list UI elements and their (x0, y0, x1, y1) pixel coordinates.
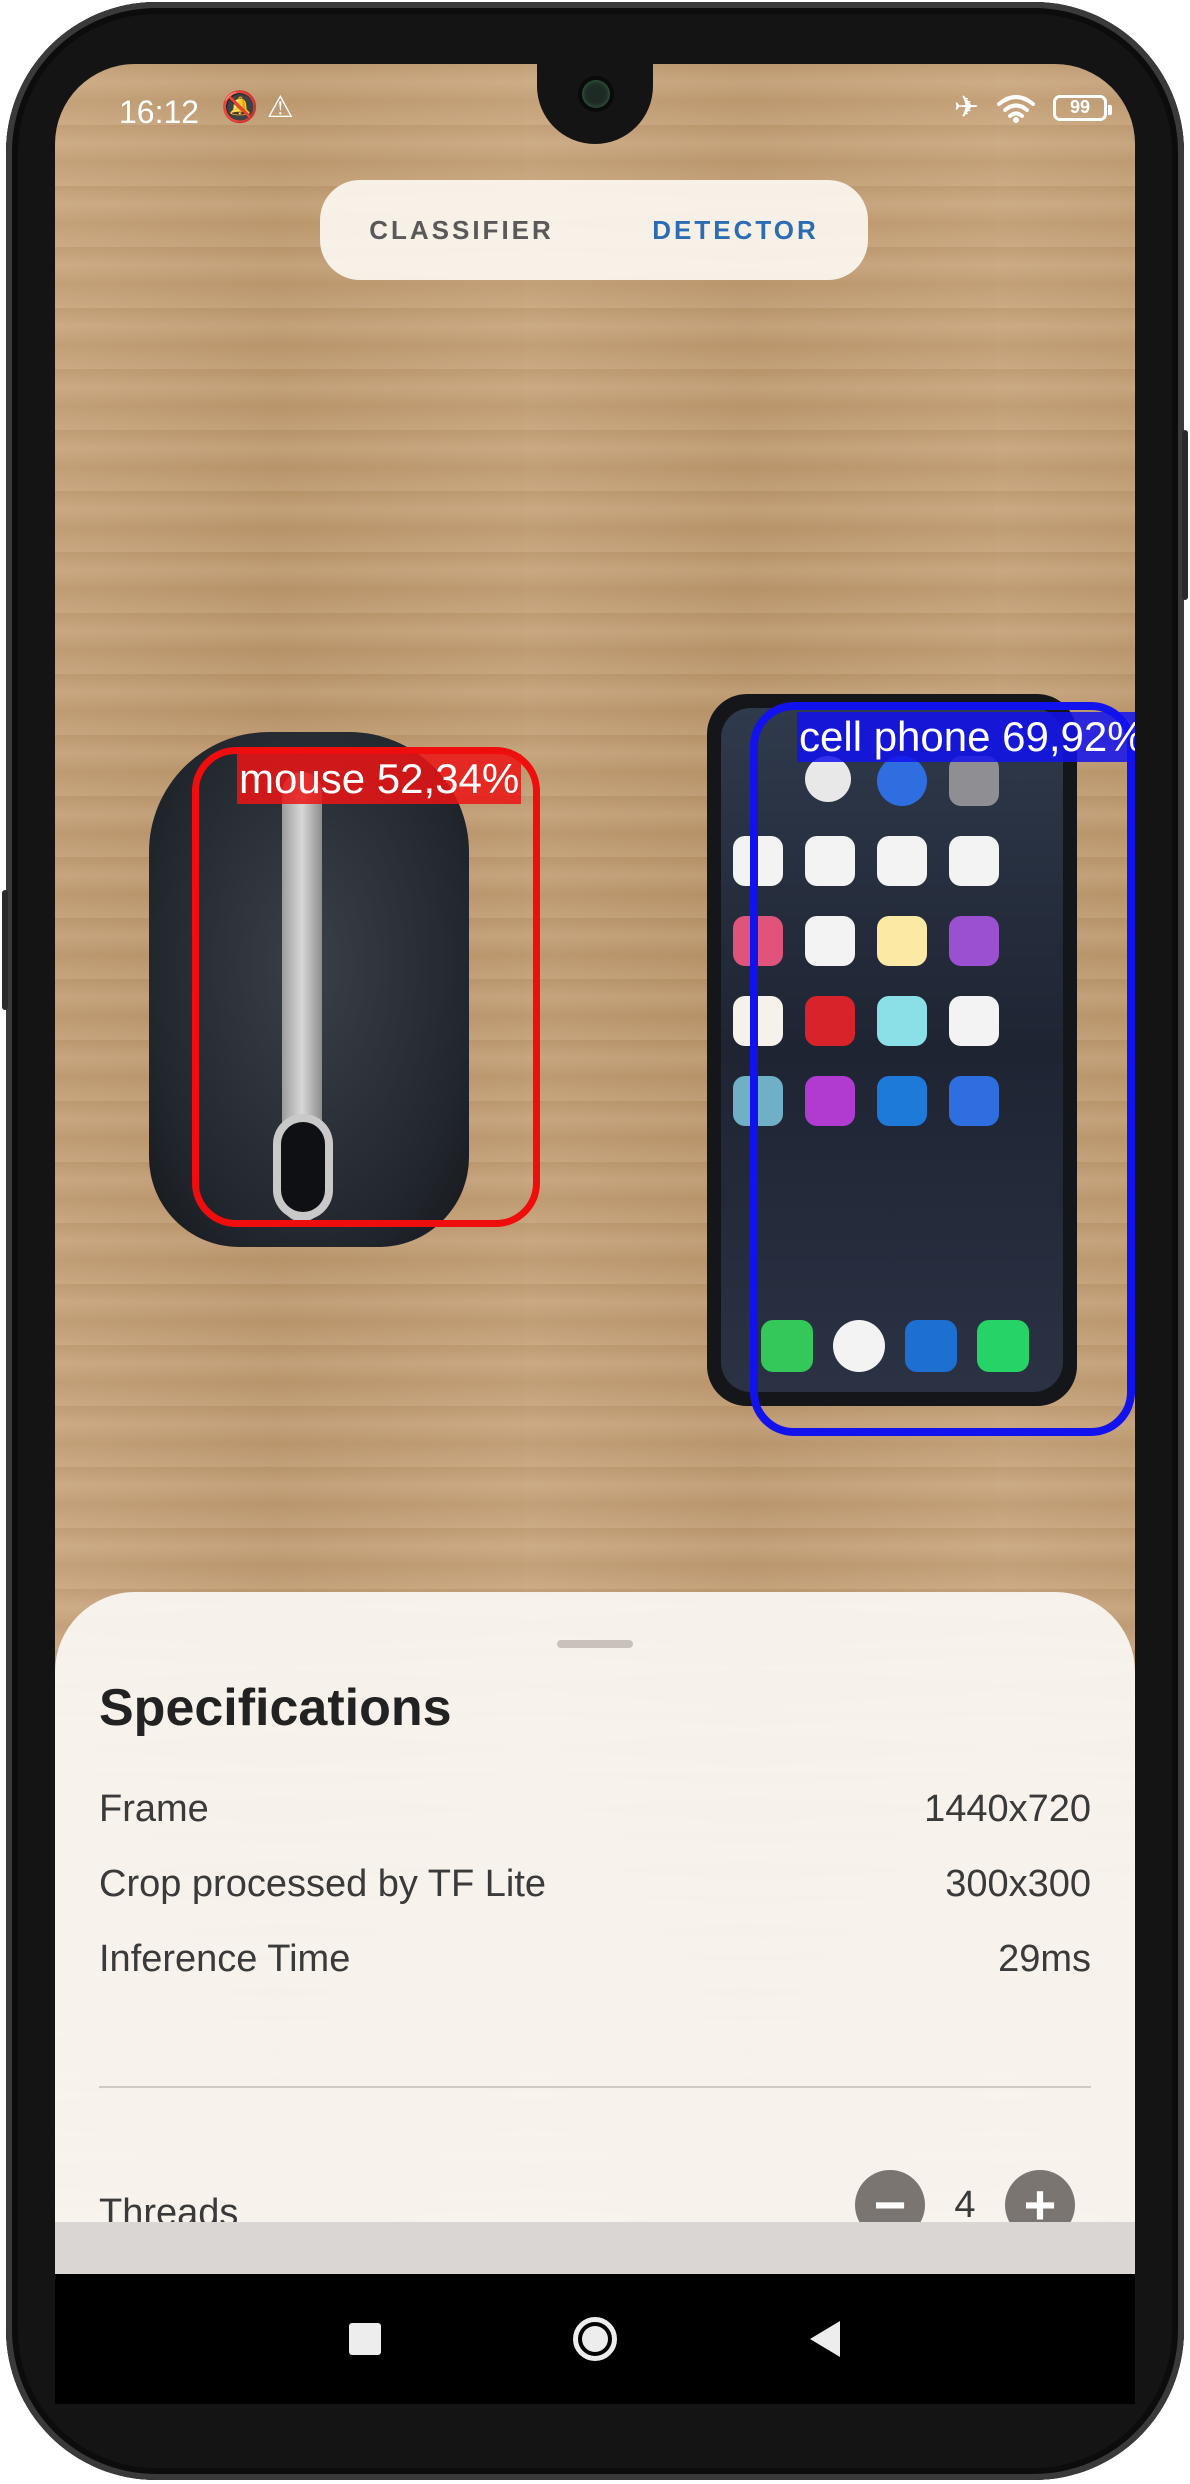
status-time: 16:12 (119, 94, 200, 130)
spec-row-crop: Crop processed by TF Lite 300x300 (99, 1863, 1091, 1906)
battery-level: 99 (1069, 97, 1091, 117)
tab-classifier[interactable]: CLASSIFIER (353, 205, 570, 256)
spec-label: Crop processed by TF Lite (99, 1863, 547, 1905)
cell-phone-bounding-box (750, 702, 1135, 1436)
spec-row-inference-time: Inference Time 29ms (99, 1938, 1091, 1981)
mute-icon: 🔕 (221, 91, 259, 124)
recents-icon (349, 2323, 381, 2355)
system-navigation-bar (55, 2274, 1135, 2404)
spec-label: Inference Time (99, 1938, 351, 1980)
app-screen: 16:12 🔕 ⚠ ✈ 99 CLASSIFIER DETECTOR mouse… (55, 64, 1135, 2274)
warning-icon: ⚠ (266, 91, 294, 124)
power-button (2, 890, 8, 1010)
status-left-icons: 🔕 ⚠ (221, 90, 294, 125)
spec-value: 300x300 (945, 1863, 1091, 1905)
threads-value: 4 (954, 2183, 976, 2226)
cell-phone-detection-label: cell phone 69,92% (797, 712, 1135, 762)
wifi-icon (997, 94, 1035, 123)
sheet-drag-handle[interactable] (557, 1640, 633, 1648)
spec-value: 29ms (998, 1938, 1091, 1980)
airplane-icon: ✈ (953, 91, 979, 124)
section-divider (99, 2086, 1091, 2088)
back-button[interactable] (790, 2304, 860, 2374)
back-icon (810, 2321, 840, 2357)
status-right-icons: ✈ 99 (953, 90, 1112, 125)
mode-tabs: CLASSIFIER DETECTOR (320, 180, 868, 280)
spec-value: 1440x720 (924, 1788, 1091, 1830)
tab-detector[interactable]: DETECTOR (636, 205, 835, 256)
mouse-bounding-box (192, 747, 540, 1227)
sheet-next-section (55, 2222, 1135, 2274)
specifications-sheet: Specifications Frame 1440x720 Crop proce… (55, 1592, 1135, 2240)
spec-label: Frame (99, 1788, 209, 1830)
spec-row-frame: Frame 1440x720 (99, 1788, 1091, 1831)
battery-icon: 99 (1053, 94, 1112, 121)
front-camera (582, 80, 610, 108)
volume-button (1182, 430, 1188, 600)
recents-button[interactable] (330, 2304, 400, 2374)
home-button[interactable] (560, 2304, 630, 2374)
home-icon (573, 2317, 617, 2361)
sheet-title: Specifications (99, 1679, 452, 1737)
mouse-detection-label: mouse 52,34% (237, 754, 522, 804)
